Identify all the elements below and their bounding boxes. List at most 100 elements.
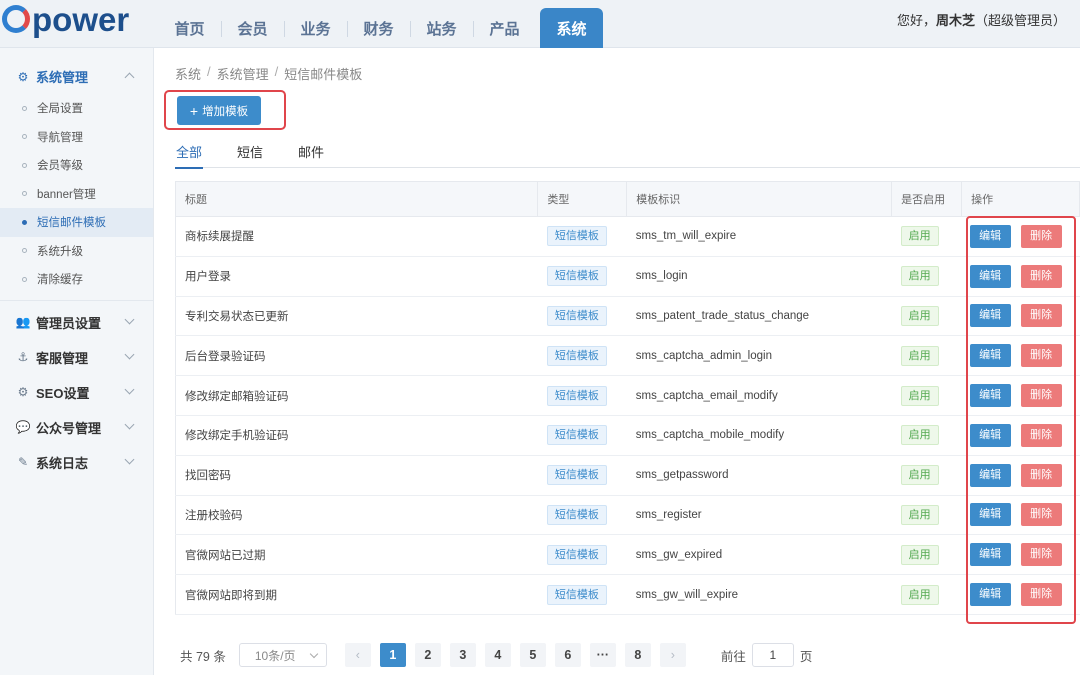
table-row: 修改绑定手机验证码 短信模板 sms_captcha_mobile_modify 启用…: [175, 415, 1080, 456]
nav-members[interactable]: 会员: [221, 8, 284, 48]
breadcrumb-item-current: 短信邮件模板: [284, 67, 363, 82]
enabled-tag: 启用: [900, 504, 939, 525]
cell-title: 官微网站即将到期: [175, 574, 538, 615]
type-tag: 短信模板: [546, 226, 607, 247]
sidebar-item-nav-management[interactable]: 导航管理: [0, 123, 153, 152]
cell-key: sms_login: [626, 256, 892, 297]
user-role: （超级管理员）: [974, 13, 1066, 28]
breadcrumb-item[interactable]: 系统管理: [217, 64, 269, 83]
sidebar-head-support[interactable]: ⚓ 客服管理: [0, 340, 153, 375]
logo-text: power: [32, 0, 130, 38]
sidebar-item-templates[interactable]: 短信邮件模板: [0, 208, 153, 237]
breadcrumb-item[interactable]: 系统: [175, 64, 201, 83]
filter-tabs: 全部 短信 邮件: [175, 142, 1080, 169]
type-tag: 短信模板: [546, 345, 607, 366]
next-page-button[interactable]: ›: [659, 643, 686, 667]
cell-enabled: 启用: [891, 335, 962, 377]
sidebar-item-label: 全局设置: [37, 103, 83, 116]
breadcrumb-separator: /: [274, 64, 279, 79]
logo-mark-icon: [2, 5, 30, 33]
sidebar-item-banner[interactable]: banner管理: [0, 180, 153, 209]
cell-type: 短信模板: [537, 216, 627, 257]
page-button[interactable]: 1: [379, 643, 406, 667]
cell-key: sms_gw_will_expire: [626, 574, 892, 615]
prev-page-button[interactable]: ‹: [344, 643, 371, 667]
logo[interactable]: power: [2, 2, 129, 36]
sidebar-item-label: 会员等级: [37, 160, 83, 173]
nav-site[interactable]: 站务: [410, 8, 473, 48]
enabled-tag: 启用: [900, 584, 939, 605]
cell-enabled: 启用: [891, 455, 962, 496]
goto-page-input[interactable]: [751, 643, 794, 667]
nav-business[interactable]: 业务: [284, 8, 347, 48]
chevron-down-icon: [124, 384, 135, 394]
cell-key: sms_patent_trade_status_change: [626, 296, 892, 337]
chevron-down-icon: [124, 419, 135, 429]
sidebar-item-upgrade[interactable]: 系统升级: [0, 237, 153, 266]
cell-key: sms_captcha_admin_login: [626, 335, 892, 377]
add-template-button[interactable]: + 增加模板: [177, 96, 261, 125]
cell-type: 短信模板: [537, 495, 627, 536]
sidebar-item-label: 系统升级: [37, 245, 83, 258]
sidebar-head-label: 管理员设置: [36, 315, 102, 331]
type-tag: 短信模板: [546, 504, 607, 525]
nav-finance[interactable]: 财务: [347, 8, 410, 48]
nav-home[interactable]: 首页: [158, 8, 221, 48]
tab-email[interactable]: 邮件: [297, 142, 325, 168]
wechat-icon: 💬: [15, 420, 31, 434]
sidebar-item-member-levels[interactable]: 会员等级: [0, 151, 153, 180]
add-template-label: 增加模板: [202, 105, 249, 118]
breadcrumb: 系统 / 系统管理 / 短信邮件模板: [175, 64, 362, 83]
dot-icon: [22, 276, 27, 282]
dot-icon: [22, 134, 27, 140]
table-row: 官微网站即将到期 短信模板 sms_gw_will_expire 启用 编辑 删除: [175, 574, 1080, 615]
page-size-select[interactable]: 10条/页: [238, 643, 327, 667]
enabled-tag: 启用: [900, 305, 939, 326]
cell-key: sms_register: [626, 495, 892, 536]
nav-system[interactable]: 系统: [540, 8, 603, 48]
headset-icon: ⚓: [17, 350, 29, 364]
tab-sms[interactable]: 短信: [236, 142, 264, 168]
sidebar-head-admins[interactable]: 👥 管理员设置: [0, 305, 153, 340]
page-button[interactable]: 2: [414, 643, 441, 667]
cell-enabled: 启用: [891, 495, 962, 536]
table-row: 后台登录验证码 短信模板 sms_captcha_admin_login 启用 编辑 删除: [175, 335, 1080, 377]
enabled-tag: 启用: [900, 266, 939, 287]
table-row: 修改绑定邮箱验证码 短信模板 sms_captcha_email_modify 启用编…: [175, 375, 1080, 416]
table-row: 商标续展提醒 短信模板 sms_tm_will_expire 启用 编辑 删除: [175, 216, 1080, 257]
user-greeting[interactable]: 您好，周木芝（超级管理员）: [897, 10, 1066, 29]
goto-suffix: 页: [799, 649, 813, 664]
enabled-tag: 启用: [900, 385, 939, 406]
sidebar-item-clear-cache[interactable]: 清除缓存: [0, 265, 153, 294]
cell-enabled: 启用: [891, 534, 962, 576]
page-ellipsis[interactable]: ···: [589, 643, 616, 667]
sidebar-head-seo[interactable]: ⚙ SEO设置: [0, 375, 153, 410]
total-count: 共 79 条: [180, 649, 226, 664]
sidebar-item-global-settings[interactable]: 全局设置: [0, 94, 153, 123]
cell-enabled: 启用: [891, 216, 962, 257]
page-button[interactable]: 3: [449, 643, 476, 667]
sidebar-head-system[interactable]: ⚙ 系统管理: [0, 59, 153, 94]
users-icon: 👥: [15, 315, 31, 329]
sidebar: ⚙ 系统管理 全局设置 导航管理 会员等级 banner管理 短信邮件模板 系统…: [0, 48, 154, 675]
sidebar-head-label: 客服管理: [36, 350, 89, 366]
enabled-tag: 启用: [900, 544, 939, 565]
cell-title: 注册校验码: [175, 495, 538, 536]
page-button[interactable]: 4: [484, 643, 511, 667]
chevron-down-icon: [124, 454, 135, 464]
cell-type: 短信模板: [537, 415, 627, 456]
sidebar-head-wechat[interactable]: 💬 公众号管理: [0, 410, 153, 445]
page-button[interactable]: 6: [554, 643, 581, 667]
tab-all[interactable]: 全部: [175, 142, 204, 169]
cell-enabled: 启用: [891, 256, 962, 297]
page-button[interactable]: 8: [624, 643, 651, 667]
sidebar-item-label: 清除缓存: [37, 274, 83, 287]
dot-icon: [22, 191, 27, 197]
sidebar-head-logs[interactable]: ✎ 系统日志: [0, 445, 153, 480]
highlight-box-actions: [966, 216, 1076, 624]
nav-products[interactable]: 产品: [473, 8, 536, 48]
enabled-tag: 启用: [900, 425, 939, 446]
top-header: power 首页 会员 业务 财务 站务 产品 系统 您好，周木芝（超级管理员）: [0, 0, 1080, 48]
page-button[interactable]: 5: [519, 643, 546, 667]
cell-title: 找回密码: [175, 455, 538, 496]
